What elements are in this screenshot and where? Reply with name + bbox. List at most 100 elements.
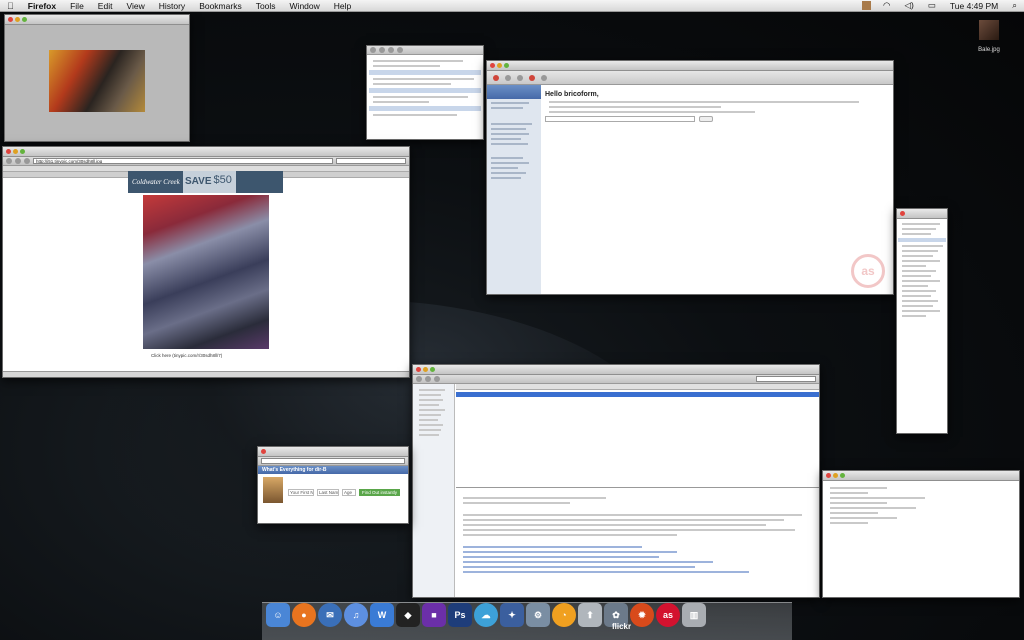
clock[interactable]: Tue 4:49 PM: [943, 1, 1005, 11]
get-mail-icon[interactable]: [416, 376, 422, 382]
minimize-icon[interactable]: [833, 473, 838, 478]
url-bar[interactable]: http://i51.tinypic.com/30sdh8ll.jpg: [33, 158, 333, 164]
word-icon[interactable]: W: [370, 603, 394, 627]
close-icon[interactable]: [416, 367, 421, 372]
mail-window[interactable]: [412, 364, 820, 598]
itunes-toolbar: [487, 71, 893, 85]
chat-toolbar: [367, 46, 483, 55]
quiz-header: What's Everything for dir-B: [258, 466, 408, 474]
message-body: [456, 491, 819, 597]
zoom-icon[interactable]: [840, 473, 845, 478]
transfer-list: [823, 481, 1019, 530]
menu-tools[interactable]: Tools: [249, 1, 283, 11]
itunes-icon[interactable]: ♫: [344, 603, 368, 627]
thunderbird-icon[interactable]: ✉: [318, 603, 342, 627]
menu-window[interactable]: Window: [283, 1, 327, 11]
firefox-window[interactable]: http://i51.tinypic.com/30sdh8ll.jpg Cold…: [2, 146, 410, 378]
close-icon[interactable]: [900, 211, 905, 216]
chat-tool-icon[interactable]: [370, 47, 376, 53]
desktop-file[interactable]: Bale.jpg: [972, 20, 1006, 53]
quiz-dialog-window[interactable]: What's Everything for dir-B Your First N…: [257, 446, 409, 524]
ad-banner[interactable]: Coldwater Creek SAVE $50: [128, 171, 283, 193]
menu-help[interactable]: Help: [327, 1, 358, 11]
close-icon[interactable]: [8, 17, 13, 22]
close-icon[interactable]: [826, 473, 831, 478]
buddy-list-window[interactable]: [896, 208, 948, 434]
last-name-field[interactable]: Last Name: [317, 489, 339, 496]
menu-bookmarks[interactable]: Bookmarks: [192, 1, 249, 11]
chat-tool-icon[interactable]: [379, 47, 385, 53]
preview-window[interactable]: [4, 14, 190, 142]
spotlight-icon[interactable]: ⌕: [1005, 0, 1024, 11]
transfer-titlebar[interactable]: [823, 471, 1019, 481]
transfer-window[interactable]: [822, 470, 1020, 598]
quiz-url-input[interactable]: [261, 458, 405, 464]
apple-icon[interactable]: : [0, 1, 21, 11]
menu-edit[interactable]: Edit: [91, 1, 120, 11]
trash-icon[interactable]: ▥: [682, 603, 706, 627]
zoom-icon[interactable]: [20, 149, 25, 154]
wifi-icon[interactable]: ◠: [876, 0, 897, 11]
dashboard-icon[interactable]: ■: [422, 603, 446, 627]
menu-history[interactable]: History: [152, 1, 192, 11]
close-icon[interactable]: [490, 63, 495, 68]
buddy-titlebar[interactable]: [897, 209, 947, 219]
adium-icon[interactable]: ◆: [396, 603, 420, 627]
menu-app-name[interactable]: Firefox: [21, 1, 63, 11]
chat-tool-icon[interactable]: [388, 47, 394, 53]
close-icon[interactable]: [6, 149, 11, 154]
age-field[interactable]: Age: [342, 489, 356, 496]
chat-tool-icon[interactable]: [397, 47, 403, 53]
itunes-play-icon[interactable]: [541, 74, 547, 81]
itunes-stop-icon[interactable]: [529, 74, 535, 81]
back-icon[interactable]: [6, 158, 12, 164]
growl-icon[interactable]: ◔: [552, 603, 576, 627]
reply-icon[interactable]: [434, 376, 440, 382]
minimize-icon[interactable]: [497, 63, 502, 68]
firefox-titlebar[interactable]: [3, 147, 409, 157]
itunes-tool-icon[interactable]: [505, 74, 511, 81]
imovie-icon[interactable]: ✦: [500, 603, 524, 627]
finder-icon[interactable]: ☺: [266, 603, 290, 627]
itunes-greeting: Hello bricoform,: [545, 91, 599, 98]
zoom-icon[interactable]: [430, 367, 435, 372]
itunes-titlebar[interactable]: [487, 61, 893, 71]
volume-icon[interactable]: ◁): [897, 0, 920, 11]
tweetdeck-icon[interactable]: ☁: [474, 603, 498, 627]
preview-titlebar[interactable]: [5, 15, 189, 25]
menu-view[interactable]: View: [119, 1, 151, 11]
mail-titlebar[interactable]: [413, 365, 819, 375]
zoom-icon[interactable]: [504, 63, 509, 68]
minimize-icon[interactable]: [423, 367, 428, 372]
write-icon[interactable]: [425, 376, 431, 382]
menu-file[interactable]: File: [63, 1, 91, 11]
lastfm-icon[interactable]: as: [656, 603, 680, 627]
itunes-record-icon[interactable]: [493, 74, 499, 81]
reload-icon[interactable]: [24, 158, 30, 164]
upload-icon[interactable]: ⬆: [578, 603, 602, 627]
zoom-icon[interactable]: [22, 17, 27, 22]
photoshop-icon[interactable]: Ps: [448, 603, 472, 627]
itunes-tool-icon[interactable]: [517, 74, 523, 81]
find-out-button[interactable]: Find Out instantly: [359, 489, 401, 496]
minimize-icon[interactable]: [15, 17, 20, 22]
itunes-input[interactable]: [545, 116, 695, 122]
image-caption[interactable]: Click here (tinypic.com/r/30sdh8ll/7): [151, 353, 222, 358]
firefox-icon[interactable]: ●: [292, 603, 316, 627]
system-icon[interactable]: ⚙: [526, 603, 550, 627]
forward-icon[interactable]: [15, 158, 21, 164]
minimize-icon[interactable]: [13, 149, 18, 154]
first-name-field[interactable]: Your First Name: [288, 489, 314, 496]
chat-window[interactable]: [366, 45, 484, 140]
mail-search-input[interactable]: [756, 376, 816, 382]
battery-icon[interactable]: ▭: [921, 0, 943, 11]
quiz-titlebar[interactable]: [258, 447, 408, 457]
close-icon[interactable]: [261, 449, 266, 454]
itunes-window[interactable]: Hello bricoform, as: [486, 60, 894, 295]
user-picture-icon[interactable]: [862, 1, 872, 10]
firefox-navbar: http://i51.tinypic.com/30sdh8ll.jpg: [3, 157, 409, 166]
itunes-button[interactable]: [699, 116, 713, 122]
search-bar[interactable]: [336, 158, 406, 164]
preview-image: [49, 50, 145, 112]
burn-icon[interactable]: ✹: [630, 603, 654, 627]
